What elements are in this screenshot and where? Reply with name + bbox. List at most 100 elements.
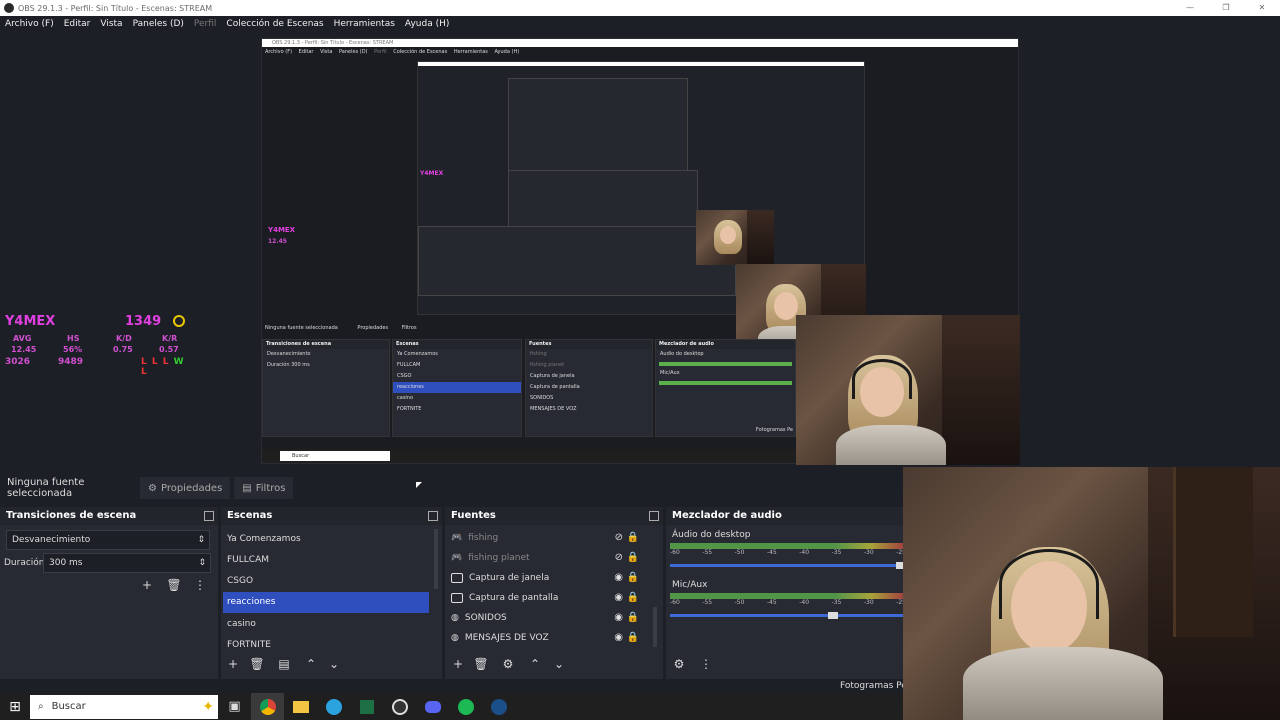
- sources-scrollbar[interactable]: [653, 607, 657, 647]
- filters-label: Filtros: [255, 482, 286, 494]
- menu-editar[interactable]: Editar: [64, 19, 91, 29]
- scene-item[interactable]: Ya Comenzamos: [223, 529, 429, 550]
- undock-icon[interactable]: [204, 511, 214, 521]
- remove-source-button[interactable]: 🗑: [472, 655, 490, 673]
- sources-title: Fuentes: [451, 510, 496, 521]
- nested-menu-item: Ayuda (H): [494, 49, 520, 55]
- mic-aux-ticks: -60 -55 -50 -45 -40 -35 -30 -25: [670, 599, 906, 606]
- source-label: SONIDOS: [464, 613, 507, 623]
- mixer-menu-button[interactable]: ⋮: [697, 655, 715, 673]
- scene-item[interactable]: FORTNITE: [223, 635, 429, 656]
- menu-archivo[interactable]: Archivo (F): [5, 19, 54, 29]
- undock-icon[interactable]: [649, 511, 659, 521]
- windows-start-icon[interactable]: ⊞: [0, 699, 30, 715]
- task-view-icon[interactable]: ▣: [218, 693, 251, 720]
- tick-label: -50: [734, 549, 745, 556]
- excel-icon[interactable]: [350, 693, 383, 720]
- source-item[interactable]: Captura de pantalla ◉ 🔒: [451, 588, 641, 608]
- nested-duration-value: 300 ms: [291, 362, 310, 368]
- lock-icon[interactable]: 🔒: [627, 568, 639, 588]
- add-source-button[interactable]: +: [449, 655, 467, 673]
- file-explorer-icon[interactable]: [284, 693, 317, 720]
- eye-icon[interactable]: ◉: [614, 568, 623, 588]
- source-item[interactable]: ◍ SONIDOS ◉ 🔒: [451, 608, 641, 628]
- source-item[interactable]: 🎮 fishing ⊘ 🔒: [451, 528, 641, 548]
- transitions-header: Transiciones de escena: [0, 507, 218, 525]
- close-button[interactable]: ✕: [1244, 0, 1280, 16]
- eye-hidden-icon[interactable]: ⊘: [615, 528, 623, 548]
- eye-icon[interactable]: ◉: [614, 588, 623, 608]
- source-properties-button[interactable]: ⚙: [499, 655, 517, 673]
- add-transition-button[interactable]: +: [138, 576, 156, 594]
- transition-menu-button[interactable]: ⋮: [191, 576, 209, 594]
- scene-item[interactable]: FULLCAM: [223, 550, 429, 571]
- nested-scene: reacciones: [393, 382, 521, 393]
- nested-webcam: [796, 315, 1020, 465]
- scene-item-selected[interactable]: reacciones: [223, 592, 429, 613]
- remove-transition-button[interactable]: 🗑: [165, 576, 183, 594]
- lock-icon[interactable]: 🔒: [627, 548, 639, 568]
- menu-vista[interactable]: Vista: [100, 19, 122, 29]
- eye-hidden-icon[interactable]: ⊘: [615, 548, 623, 568]
- taskbar-search[interactable]: ⌕ Buscar ✦: [30, 694, 218, 719]
- source-label: fishing planet: [468, 553, 530, 563]
- properties-button[interactable]: ⚙ Propiedades: [140, 477, 231, 499]
- lock-icon[interactable]: 🔒: [627, 628, 639, 648]
- preview-canvas[interactable]: Y4MEX 1349 AVG HS K/D K/R 12.45 56% 0.75…: [0, 32, 1280, 468]
- scenes-title: Escenas: [227, 510, 273, 521]
- scenes-panel: Escenas Ya Comenzamos FULLCAM CSGO reacc…: [221, 507, 442, 679]
- eye-icon[interactable]: ◉: [614, 608, 623, 628]
- obs-icon[interactable]: [383, 693, 416, 720]
- lock-icon[interactable]: 🔒: [627, 588, 639, 608]
- lock-icon[interactable]: 🔒: [627, 608, 639, 628]
- tick-label: -60: [670, 599, 680, 606]
- scene-item[interactable]: casino: [223, 614, 429, 635]
- source-item[interactable]: Captura de janela ◉ 🔒: [451, 568, 641, 588]
- spotify-icon[interactable]: [449, 693, 482, 720]
- chrome-icon[interactable]: [251, 693, 284, 720]
- duration-spinbox[interactable]: 300 ms ⇕: [43, 553, 211, 573]
- menu-herramientas[interactable]: Herramientas: [334, 19, 395, 29]
- menu-coleccion[interactable]: Colección de Escenas: [226, 19, 323, 29]
- add-scene-button[interactable]: +: [224, 655, 242, 673]
- nested-mixer-channel: Audio do desktop: [660, 351, 704, 357]
- move-scene-down-button[interactable]: ⌄: [325, 655, 343, 673]
- steam-icon[interactable]: [482, 693, 515, 720]
- nested-scene: FULLCAM: [397, 362, 421, 368]
- minimize-button[interactable]: —: [1172, 0, 1208, 16]
- discord-icon[interactable]: [416, 693, 449, 720]
- tick-label: -55: [702, 549, 713, 556]
- mixer-settings-button[interactable]: ⚙: [670, 655, 688, 673]
- remove-scene-button[interactable]: 🗑: [248, 655, 266, 673]
- recursive-capture: Y4MEX Y4MEX 12.45: [268, 61, 866, 354]
- mic-aux-fader[interactable]: [670, 612, 906, 619]
- desktop-audio-fader[interactable]: [670, 562, 906, 569]
- stats-overlay: Y4MEX 1349 AVG HS K/D K/R 12.45 56% 0.75…: [5, 314, 190, 377]
- sources-header: Fuentes: [445, 507, 663, 525]
- move-scene-up-button[interactable]: ⌃: [302, 655, 320, 673]
- menu-perfil: Perfil: [193, 19, 217, 29]
- eye-icon[interactable]: ◉: [614, 628, 623, 648]
- undock-icon[interactable]: [428, 511, 438, 521]
- scenes-scrollbar[interactable]: [434, 529, 438, 589]
- scene-item[interactable]: CSGO: [223, 571, 429, 592]
- move-source-down-button[interactable]: ⌄: [550, 655, 568, 673]
- source-item[interactable]: ◍ MENSAJES DE VOZ ◉ 🔒: [451, 628, 641, 648]
- maximize-button[interactable]: ❐: [1208, 0, 1244, 16]
- scene-filters-button[interactable]: ▤: [275, 655, 293, 673]
- lock-icon[interactable]: 🔒: [627, 528, 639, 548]
- move-source-up-button[interactable]: ⌃: [526, 655, 544, 673]
- nested-no-source: Ninguna fuente seleccionada: [265, 325, 338, 331]
- menu-ayuda[interactable]: Ayuda (H): [405, 19, 449, 29]
- menu-paneles[interactable]: Paneles (D): [133, 19, 184, 29]
- nested-menu: Archivo (F) Editar Vista Paneles (D) Per…: [262, 47, 1018, 57]
- source-item[interactable]: 🎮 fishing planet ⊘ 🔒: [451, 548, 641, 568]
- transition-select[interactable]: Desvanecimiento ⇕: [6, 530, 210, 550]
- nested-duration: Duración 300 ms: [263, 360, 389, 371]
- telegram-icon[interactable]: [317, 693, 350, 720]
- overlay-elo: 1349: [125, 314, 162, 329]
- fader-knob[interactable]: [828, 612, 838, 619]
- tick-label: -35: [831, 599, 842, 606]
- filters-button[interactable]: ▤ Filtros: [234, 477, 294, 499]
- nested-scene: CSGO: [397, 373, 412, 379]
